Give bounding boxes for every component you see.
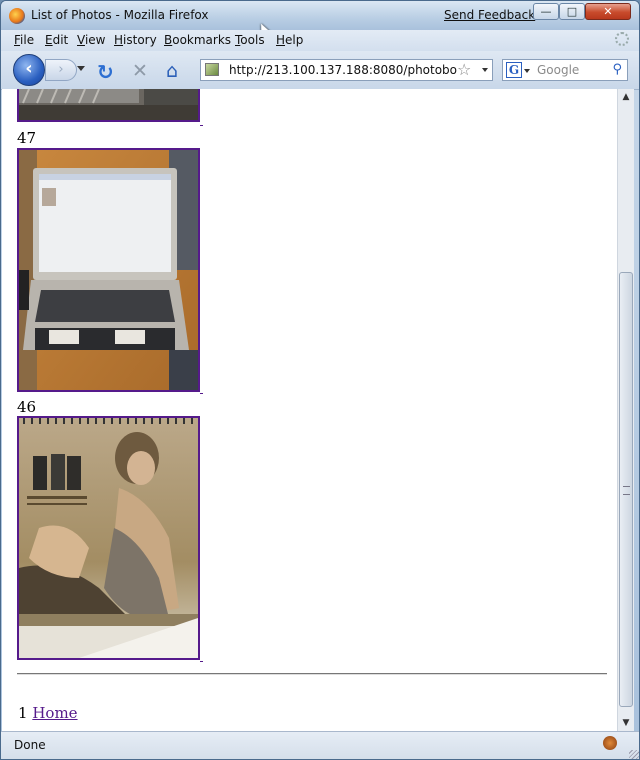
photo-number: 46 <box>17 398 37 416</box>
menu-view[interactable]: View <box>77 33 105 47</box>
engine-dropdown-icon[interactable] <box>524 69 530 73</box>
browser-window: List of Photos - Mozilla Firefox Send Fe… <box>0 0 640 760</box>
home-icon[interactable]: ⌂ <box>166 60 178 82</box>
url-dropdown-icon[interactable] <box>482 68 488 72</box>
scroll-grip-icon <box>623 486 630 495</box>
back-arrow-icon: ‹ <box>25 58 33 79</box>
photo-number: 47 <box>17 129 37 147</box>
navigation-toolbar: ‹ › ↻ ✕ ⌂ http://213.100.137.188:8080/ph… <box>1 51 639 90</box>
photo-image <box>19 89 198 120</box>
menu-file[interactable]: File <box>14 33 34 47</box>
url-text[interactable]: http://213.100.137.188:8080/photobox/ima <box>229 63 457 77</box>
pagination: 1 Home <box>18 704 78 722</box>
url-bar[interactable]: http://213.100.137.188:8080/photobox/ima… <box>200 59 493 81</box>
menu-help[interactable]: Help <box>276 33 303 47</box>
google-engine-icon[interactable]: G <box>506 62 522 78</box>
title-bar: List of Photos - Mozilla Firefox Send Fe… <box>1 1 639 39</box>
history-dropdown-icon[interactable] <box>77 66 85 71</box>
home-link[interactable]: Home <box>32 704 77 722</box>
close-button[interactable]: ✕ <box>585 3 631 20</box>
laptop-photo-icon <box>19 150 198 390</box>
current-page-number: 1 <box>18 704 28 722</box>
search-magnifier-icon[interactable]: ⚲ <box>612 62 622 77</box>
photo-thumbnail-partial[interactable] <box>17 89 200 122</box>
send-feedback-link[interactable]: Send Feedback <box>444 8 535 22</box>
photo-thumbnail-calendar[interactable] <box>17 416 200 660</box>
forward-button[interactable]: › <box>45 59 77 81</box>
stop-icon[interactable]: ✕ <box>132 60 148 82</box>
back-button[interactable]: ‹ <box>13 54 45 86</box>
photo-thumbnail-laptop[interactable] <box>17 148 200 392</box>
status-bar: Done <box>1 731 639 759</box>
calendar-poster-photo-icon <box>19 418 198 658</box>
resize-grip-icon[interactable] <box>629 750 639 759</box>
vertical-scrollbar[interactable]: ▲ ▼ <box>617 89 634 731</box>
status-text: Done <box>14 738 46 752</box>
menu-edit[interactable]: Edit <box>45 33 68 47</box>
search-input[interactable] <box>537 63 611 77</box>
menu-bar: File Edit View History Bookmarks Tools H… <box>1 30 639 51</box>
search-bar[interactable]: G ⚲ <box>502 59 628 81</box>
firebug-icon[interactable] <box>603 736 617 750</box>
menu-bookmarks[interactable]: Bookmarks <box>164 33 231 47</box>
scroll-up-arrow-icon[interactable]: ▲ <box>618 89 634 105</box>
menu-tools[interactable]: Tools <box>235 33 265 47</box>
horizontal-rule <box>17 673 607 675</box>
page-content: 47 46 1 Home <box>2 89 617 731</box>
site-favicon-icon <box>205 63 219 76</box>
forward-arrow-icon: › <box>58 62 64 77</box>
firefox-icon <box>9 8 25 24</box>
scroll-thumb[interactable] <box>619 272 633 707</box>
maximize-button[interactable]: □ <box>559 3 585 20</box>
window-title: List of Photos - Mozilla Firefox <box>31 8 209 22</box>
minimize-button[interactable]: — <box>533 3 559 20</box>
bookmark-star-icon[interactable]: ☆ <box>457 60 471 79</box>
reload-icon[interactable]: ↻ <box>97 60 114 84</box>
menu-history[interactable]: History <box>114 33 157 47</box>
throbber-icon <box>615 32 629 46</box>
scroll-down-arrow-icon[interactable]: ▼ <box>618 715 634 731</box>
